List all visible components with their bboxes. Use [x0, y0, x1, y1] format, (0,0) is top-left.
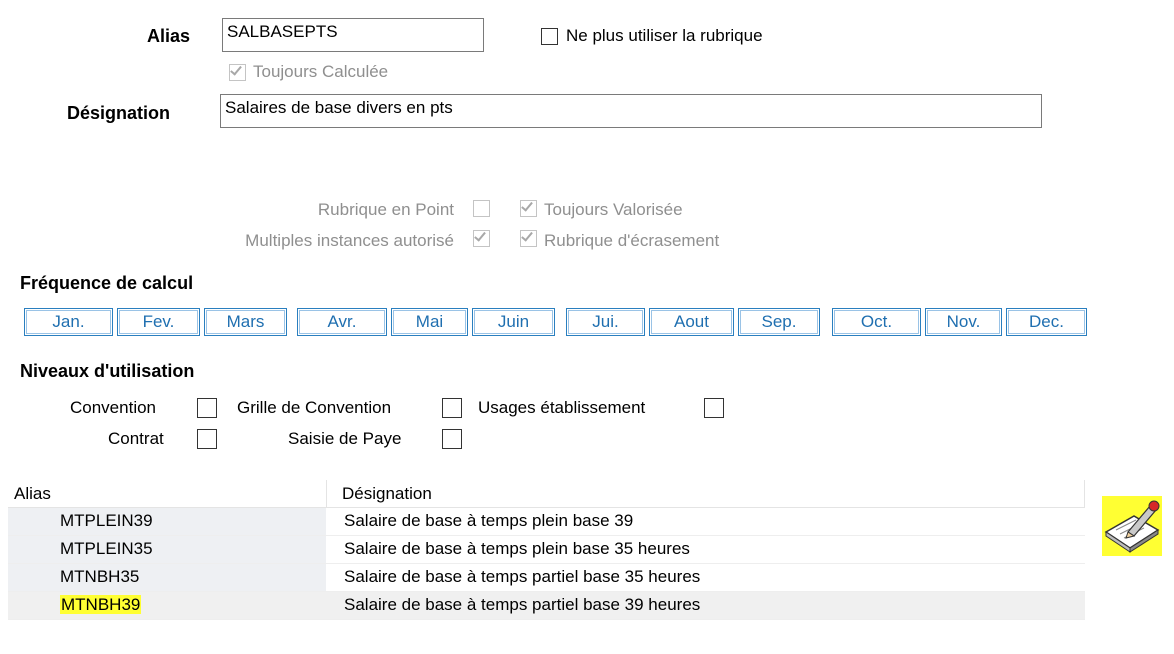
- month-jul-button[interactable]: Jui.: [566, 308, 645, 336]
- row-alias-cell: [8, 536, 326, 563]
- multiple-instances-label: Multiples instances autorisé: [245, 231, 454, 250]
- designation-input[interactable]: Salaires de base divers en pts: [220, 94, 1042, 128]
- month-jan-button[interactable]: Jan.: [24, 308, 113, 336]
- month-sep-button[interactable]: Sep.: [738, 308, 820, 336]
- always-valued-checkbox: [520, 199, 537, 217]
- month-nov-button[interactable]: Nov.: [925, 308, 1002, 336]
- check-icon: [521, 229, 533, 242]
- row-designation: Salaire de base à temps plein base 39: [344, 511, 634, 530]
- no-longer-use-checkbox[interactable]: [541, 28, 558, 45]
- establishment-usage-label: Usages établissement: [478, 398, 646, 417]
- frequency-title: Fréquence de calcul: [20, 273, 194, 293]
- override-rubric-checkbox: [520, 229, 537, 247]
- establishment-usage-checkbox[interactable]: [704, 398, 724, 418]
- designation-label: Désignation: [67, 103, 171, 123]
- row-alias-cell: [8, 508, 326, 535]
- table-row-selected[interactable]: MTNBH39 Salaire de base à temps partiel …: [8, 592, 1085, 620]
- column-divider[interactable]: [326, 480, 327, 508]
- row-designation: Salaire de base à temps partiel base 35 …: [344, 567, 701, 586]
- column-header-alias[interactable]: Alias: [14, 484, 51, 504]
- convention-label: Convention: [70, 398, 157, 417]
- table-row[interactable]: MTPLEIN39 Salaire de base à temps plein …: [8, 508, 1085, 536]
- contract-label: Contrat: [108, 429, 164, 448]
- highlighted-alias: MTNBH39: [60, 595, 142, 614]
- month-apr-button[interactable]: Avr.: [297, 308, 387, 336]
- row-designation: Salaire de base à temps partiel base 39 …: [344, 595, 701, 614]
- row-alias-cell: [8, 564, 326, 591]
- column-divider[interactable]: [1084, 480, 1085, 508]
- table-row[interactable]: MTPLEIN35 Salaire de base à temps plein …: [8, 536, 1085, 564]
- alias-input[interactable]: SALBASEPTS: [222, 18, 484, 52]
- always-calculated-checkbox: [229, 63, 246, 81]
- month-oct-button[interactable]: Oct.: [832, 308, 921, 336]
- point-rubric-label: Rubrique en Point: [317, 200, 454, 219]
- month-feb-button[interactable]: Fev.: [117, 308, 200, 336]
- grid-header: Alias Désignation: [8, 480, 1085, 508]
- payroll-entry-label: Saisie de Paye: [288, 429, 402, 448]
- column-header-designation[interactable]: Désignation: [342, 484, 432, 504]
- table-row[interactable]: MTNBH35 Salaire de base à temps partiel …: [8, 564, 1085, 592]
- convention-grid-checkbox[interactable]: [442, 398, 462, 418]
- contract-checkbox[interactable]: [197, 429, 217, 449]
- month-may-button[interactable]: Mai: [391, 308, 468, 336]
- multiple-instances-checkbox: [473, 229, 490, 247]
- notepad-pencil-graphic: [1102, 496, 1162, 556]
- row-designation: Salaire de base à temps plein base 35 he…: [344, 539, 690, 558]
- month-jun-button[interactable]: Juin: [472, 308, 555, 336]
- month-dec-button[interactable]: Dec.: [1006, 308, 1087, 336]
- levels-title: Niveaux d'utilisation: [20, 361, 195, 381]
- point-rubric-checkbox: [473, 200, 490, 217]
- check-icon: [521, 199, 533, 212]
- row-alias: MTNBH39: [60, 595, 142, 615]
- convention-grid-label: Grille de Convention: [237, 398, 392, 417]
- convention-checkbox[interactable]: [197, 398, 217, 418]
- month-aug-button[interactable]: Aout: [649, 308, 734, 336]
- row-alias-cell: [8, 592, 326, 619]
- always-valued-label: Toujours Valorisée: [544, 200, 683, 219]
- row-alias: MTNBH35: [60, 567, 140, 586]
- always-calculated-label: Toujours Calculée: [253, 62, 389, 81]
- payroll-entry-checkbox[interactable]: [442, 429, 462, 449]
- notepad-pencil-icon[interactable]: [1100, 494, 1164, 558]
- month-mar-button[interactable]: Mars: [204, 308, 287, 336]
- row-alias: MTPLEIN39: [60, 511, 153, 530]
- check-icon: [230, 63, 242, 76]
- no-longer-use-label: Ne plus utiliser la rubrique: [566, 26, 763, 45]
- check-icon: [474, 229, 486, 242]
- override-rubric-label: Rubrique d'écrasement: [544, 231, 720, 250]
- row-alias: MTPLEIN35: [60, 539, 153, 558]
- alias-label: Alias: [147, 26, 191, 46]
